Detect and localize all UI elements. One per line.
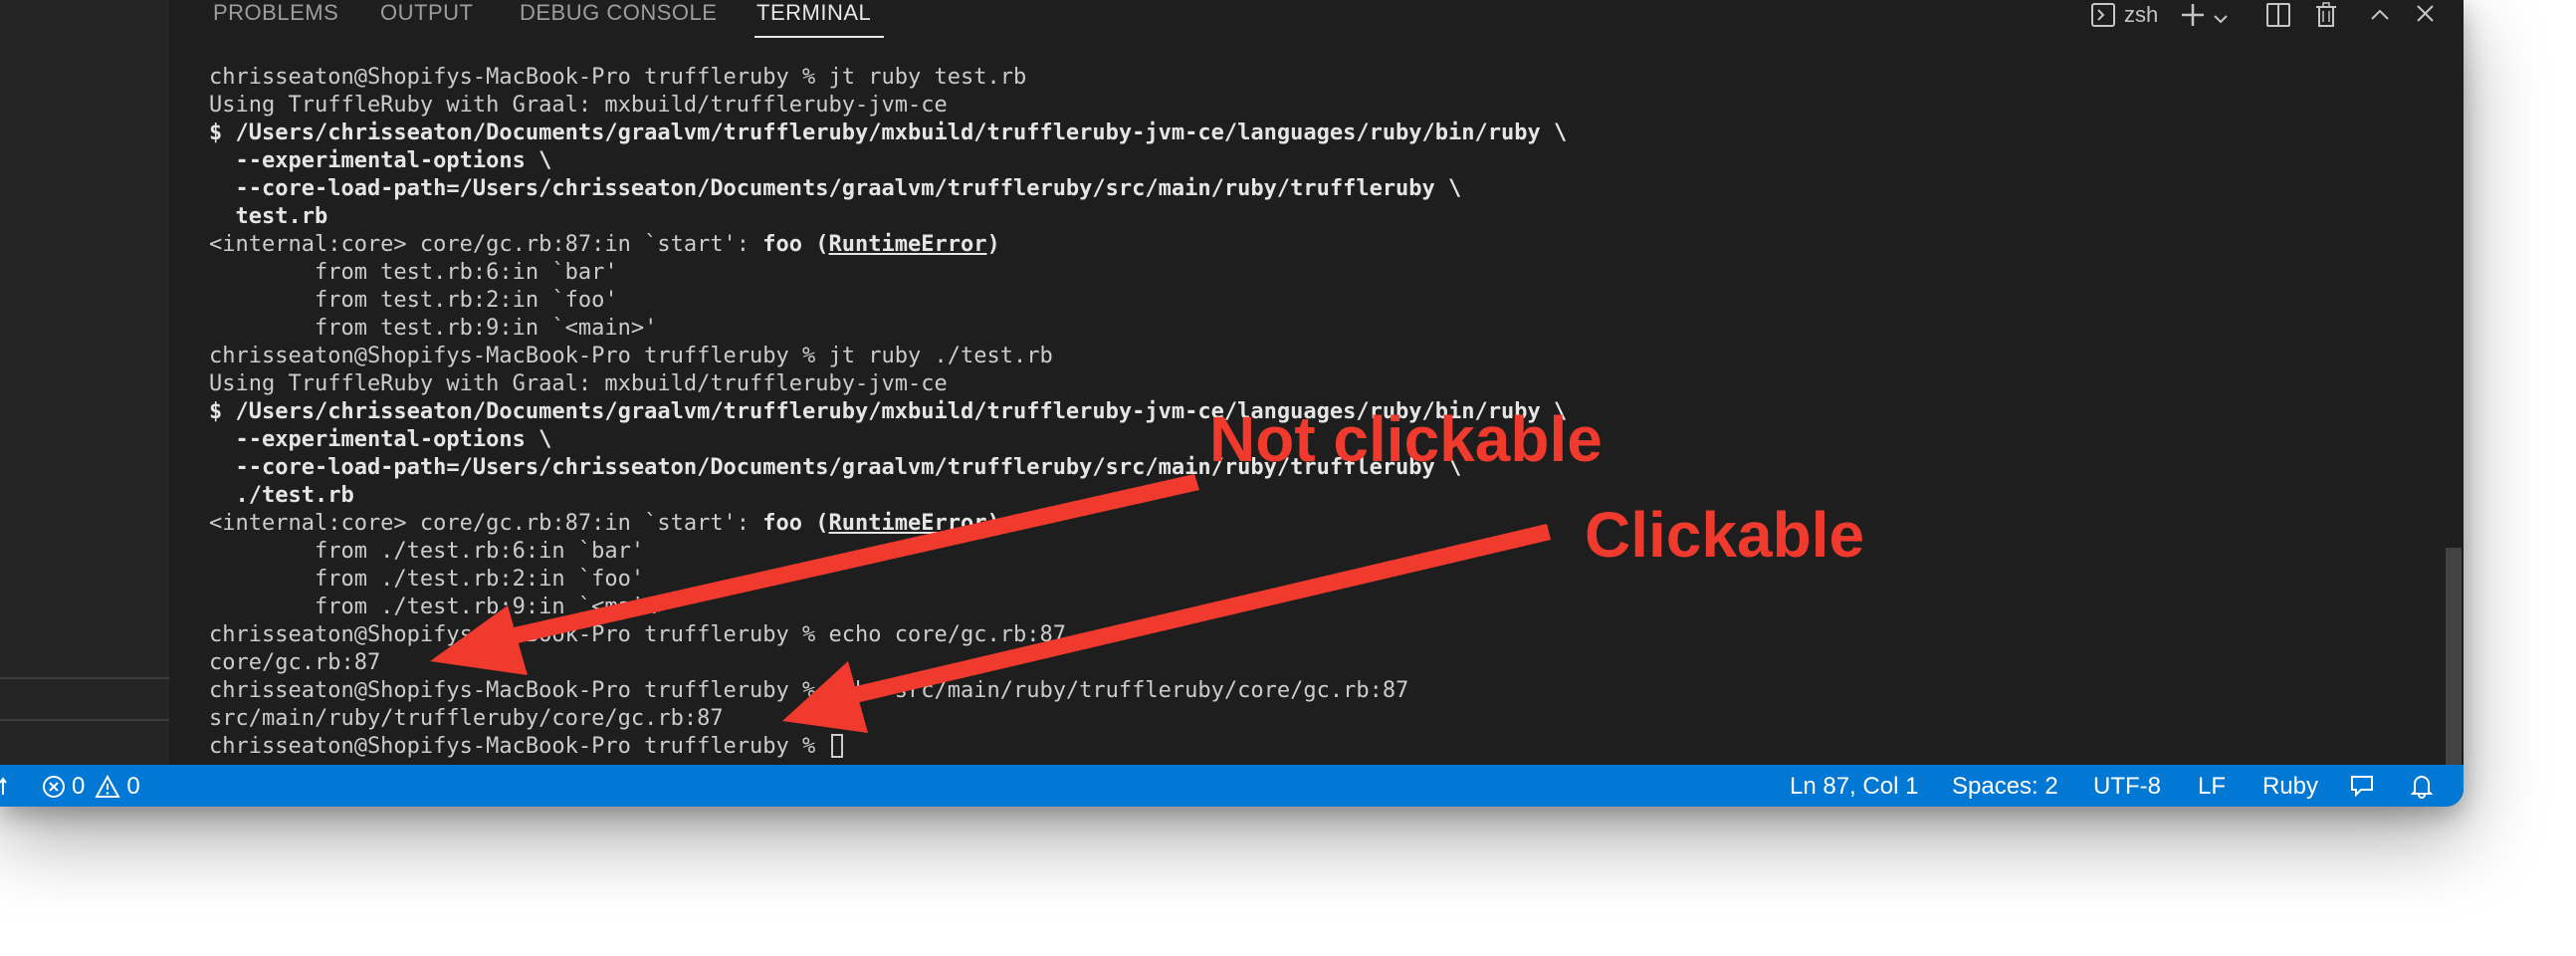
terminal-line: --experimental-options \ [209, 147, 2439, 175]
maximize-panel-icon[interactable] [2369, 0, 2391, 30]
terminal-text: foo ( [762, 511, 829, 536]
terminal-text: chrisseaton@Shopifys-MacBook-Pro truffle… [209, 622, 1066, 647]
terminal-text: chrisseaton@Shopifys-MacBook-Pro truffle… [209, 734, 829, 759]
terminal-text: <internal:core> core/gc.rb:87:in `start'… [209, 511, 763, 536]
terminal-line: chrisseaton@Shopifys-MacBook-Pro truffle… [209, 64, 2439, 92]
end-of-line[interactable]: LF [2198, 773, 2226, 801]
terminal-text: from ./test.rb:2:in `foo' [209, 567, 645, 592]
terminal-selector[interactable]: zsh [2090, 0, 2158, 30]
annotation-not-clickable: Not clickable [1209, 403, 1603, 475]
terminal-line: chrisseaton@Shopifys-MacBook-Pro truffle… [209, 733, 2439, 761]
terminal-text: from test.rb:9:in `<main>' [209, 316, 658, 341]
tab-debug-console[interactable]: DEBUG CONSOLE [520, 0, 717, 28]
error-icon [43, 776, 65, 798]
terminal-line: ./test.rb [209, 482, 2439, 510]
terminal-scrollbar[interactable] [2446, 548, 2462, 765]
terminal-line: <internal:core> core/gc.rb:87:in `start'… [209, 231, 2439, 259]
encoding[interactable]: UTF-8 [2093, 773, 2161, 801]
terminal-text: test.rb [209, 204, 328, 229]
terminal-text: ) [986, 511, 1000, 536]
sidebar [0, 0, 169, 765]
terminal-text: Using TruffleRuby with Graal: mxbuild/tr… [209, 371, 948, 396]
sidebar-divider [0, 677, 169, 679]
terminal-line: from ./test.rb:6:in `bar' [209, 538, 2439, 566]
terminal-text: --experimental-options \ [209, 148, 552, 173]
terminal-line: from test.rb:6:in `bar' [209, 259, 2439, 287]
close-icon[interactable] [2415, 0, 2435, 30]
terminal-shell-name: zsh [2124, 2, 2159, 27]
terminal-text: --experimental-options \ [209, 427, 552, 452]
tab-output[interactable]: OUTPUT [380, 0, 473, 28]
sidebar-divider [0, 719, 169, 721]
terminal-panel: PROBLEMS OUTPUT DEBUG CONSOLE TERMINAL z… [169, 0, 2464, 765]
terminal-text: from test.rb:2:in `foo' [209, 288, 618, 313]
terminal-line: from test.rb:9:in `<main>' [209, 315, 2439, 343]
terminal-line: chrisseaton@Shopifys-MacBook-Pro truffle… [209, 621, 2439, 649]
terminal-text: from ./test.rb:6:in `bar' [209, 539, 645, 564]
add-terminal-icon[interactable] [2180, 0, 2206, 30]
terminal-text: Using TruffleRuby with Graal: mxbuild/tr… [209, 93, 948, 118]
terminal-line: from ./test.rb:2:in `foo' [209, 566, 2439, 594]
trash-icon[interactable] [2313, 0, 2339, 30]
annotation-clickable: Clickable [1585, 499, 1865, 571]
terminal-text: src/main/ruby/truffleruby/core/gc.rb:87 [209, 706, 724, 731]
indentation[interactable]: Spaces: 2 [1952, 773, 2058, 801]
active-tab-indicator [754, 36, 884, 38]
sync-icon[interactable] [0, 775, 10, 797]
error-count: 0 [72, 773, 86, 800]
terminal-text: --core-load-path=/Users/chrisseaton/Docu… [209, 176, 1462, 201]
terminal-line: from ./test.rb:9:in `<main>' [209, 594, 2439, 621]
terminal-text: foo ( [762, 232, 829, 257]
terminal-text: chrisseaton@Shopifys-MacBook-Pro truffle… [209, 65, 1027, 90]
warning-count: 0 [126, 773, 140, 800]
terminal-text: $ /Users/chrisseaton/Documents/graalvm/t… [209, 120, 1568, 145]
tab-terminal[interactable]: TERMINAL [756, 0, 871, 28]
terminal-line: Using TruffleRuby with Graal: mxbuild/tr… [209, 370, 2439, 398]
tab-problems[interactable]: PROBLEMS [213, 0, 338, 28]
feedback-icon[interactable] [2349, 773, 2375, 799]
terminal-text: chrisseaton@Shopifys-MacBook-Pro truffle… [209, 678, 1409, 703]
terminal-line: chrisseaton@Shopifys-MacBook-Pro truffle… [209, 677, 2439, 705]
terminal-line: --core-load-path=/Users/chrisseaton/Docu… [209, 175, 2439, 203]
terminal-line: Using TruffleRuby with Graal: mxbuild/tr… [209, 92, 2439, 120]
terminal-text: core/gc.rb:87 [209, 650, 381, 675]
panel-tab-bar: PROBLEMS OUTPUT DEBUG CONSOLE TERMINAL z… [169, 0, 2464, 44]
terminal-line: chrisseaton@Shopifys-MacBook-Pro truffle… [209, 343, 2439, 370]
warning-icon [95, 775, 121, 798]
terminal-line: core/gc.rb:87 [209, 649, 2439, 677]
terminal-cursor [830, 734, 843, 758]
terminal-line: from test.rb:2:in `foo' [209, 287, 2439, 315]
terminal-text: from ./test.rb:9:in `<main>' [209, 595, 684, 619]
split-terminal-icon[interactable] [2265, 0, 2291, 30]
terminal-text: ) [986, 232, 1000, 257]
status-bar: 0 0 Ln 87, Col 1 Spaces: 2 UTF-8 LF Ruby [0, 765, 2464, 807]
terminal-line: test.rb [209, 203, 2439, 231]
terminal-text: from test.rb:6:in `bar' [209, 260, 618, 285]
terminal-text: ./test.rb [209, 483, 354, 508]
bell-icon[interactable] [2409, 773, 2435, 799]
terminal-line: $ /Users/chrisseaton/Documents/graalvm/t… [209, 120, 2439, 147]
language-mode[interactable]: Ruby [2262, 773, 2318, 801]
chevron-down-icon[interactable] [2212, 4, 2230, 34]
terminal-line: <internal:core> core/gc.rb:87:in `start'… [209, 510, 2439, 538]
terminal-text: chrisseaton@Shopifys-MacBook-Pro truffle… [209, 344, 1053, 368]
terminal-text: RuntimeError [828, 511, 987, 536]
terminal-text: RuntimeError [828, 232, 987, 257]
cursor-position[interactable]: Ln 87, Col 1 [1790, 773, 1918, 801]
problems-indicator[interactable]: 0 0 [42, 773, 140, 801]
terminal-icon [2091, 3, 2115, 27]
terminal-line: src/main/ruby/truffleruby/core/gc.rb:87 [209, 705, 2439, 733]
terminal-text: <internal:core> core/gc.rb:87:in `start'… [209, 232, 763, 257]
